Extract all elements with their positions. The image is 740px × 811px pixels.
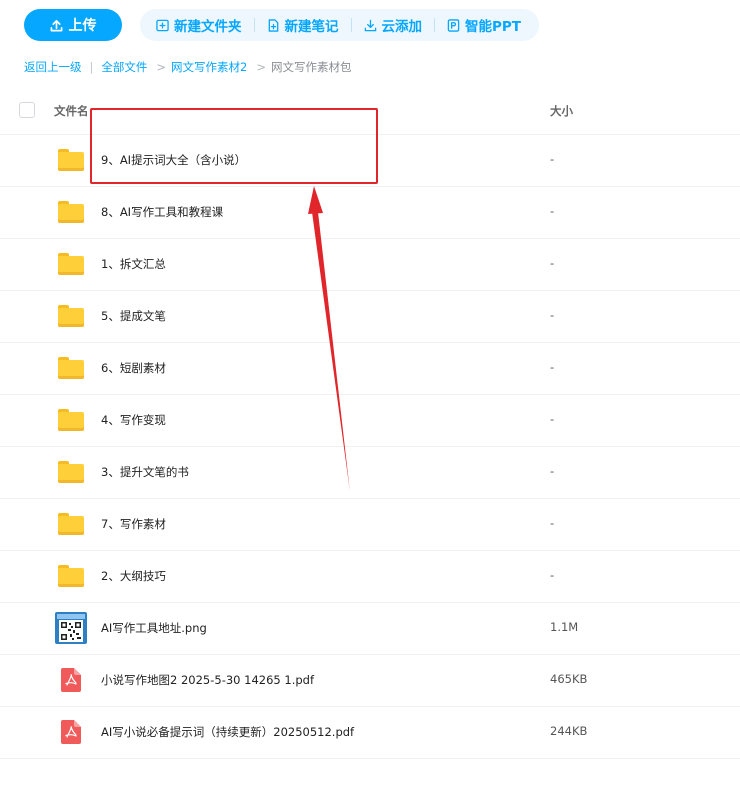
folder-icon: [58, 513, 84, 535]
note-plus-icon: [268, 18, 278, 32]
file-row[interactable]: AI写小说必备提示词（持续更新）20250512.pdf 244KB: [0, 707, 740, 759]
back-link[interactable]: 返回上一级: [24, 59, 82, 75]
cloud-download-icon: [364, 19, 376, 31]
file-row[interactable]: 9、AI提示词大全（含小说） -: [0, 135, 740, 187]
new-note-label: 新建笔记: [284, 19, 339, 35]
folder-icon: [58, 461, 84, 483]
file-name[interactable]: 2、大纲技巧: [101, 568, 166, 584]
breadcrumb-all-files[interactable]: 全部文件: [101, 59, 147, 75]
folder-icon: [58, 253, 84, 275]
file-row[interactable]: 小说写作地图2 2025-5-30 14265 1.pdf 465KB: [0, 655, 740, 707]
file-name[interactable]: 8、AI写作工具和教程课: [101, 204, 223, 220]
folder-icon: [58, 149, 84, 171]
new-note-button[interactable]: 新建笔记: [261, 15, 345, 35]
file-size: -: [550, 412, 555, 426]
file-size: -: [550, 204, 555, 218]
select-all-checkbox[interactable]: [19, 102, 35, 118]
file-row[interactable]: 7、写作素材 -: [0, 499, 740, 551]
pdf-icon: [61, 720, 81, 744]
file-row[interactable]: 1、拆文汇总 -: [0, 239, 740, 291]
file-name[interactable]: 9、AI提示词大全（含小说）: [101, 152, 246, 168]
file-size: -: [550, 308, 555, 322]
upload-icon: [50, 19, 62, 31]
file-list: 9、AI提示词大全（含小说） - 8、AI写作工具和教程课 - 1、拆文汇总 -…: [0, 135, 740, 759]
file-size: -: [550, 256, 555, 270]
file-name[interactable]: 1、拆文汇总: [101, 256, 166, 272]
file-size: -: [550, 516, 555, 530]
breadcrumb-arrow: >: [256, 60, 266, 74]
column-header-size[interactable]: 大小: [550, 103, 573, 119]
file-size: 465KB: [550, 672, 588, 686]
new-folder-label: 新建文件夹: [174, 19, 242, 35]
folder-icon: [58, 565, 84, 587]
file-row[interactable]: 2、大纲技巧 -: [0, 551, 740, 603]
column-header-name[interactable]: 文件名: [54, 103, 89, 119]
file-row[interactable]: AI写作工具地址.png 1.1M: [0, 603, 740, 655]
file-row[interactable]: 3、提升文笔的书 -: [0, 447, 740, 499]
breadcrumb-parent-folder[interactable]: 网文写作素材2: [171, 59, 247, 75]
file-name[interactable]: 3、提升文笔的书: [101, 464, 189, 480]
file-name[interactable]: 4、写作变现: [101, 412, 166, 428]
breadcrumb-current: 网文写作素材包: [270, 60, 352, 74]
upload-label: 上传: [68, 18, 97, 34]
smart-ppt-button[interactable]: 智能PPT: [441, 15, 527, 35]
file-row[interactable]: 6、短剧素材 -: [0, 343, 740, 395]
toolbar-divider: [434, 18, 435, 32]
breadcrumb-arrow: >: [156, 60, 167, 74]
cloud-add-label: 云添加: [381, 19, 423, 35]
file-name[interactable]: 7、写作素材: [101, 516, 166, 532]
file-size: 244KB: [550, 724, 588, 738]
file-name[interactable]: 小说写作地图2 2025-5-30 14265 1.pdf: [101, 672, 314, 688]
folder-icon: [58, 305, 84, 327]
file-row[interactable]: 5、提成文笔 -: [0, 291, 740, 343]
folder-icon: [58, 201, 84, 223]
smart-ppt-label: 智能PPT: [465, 19, 521, 35]
action-group: 新建文件夹 新建笔记 云添加 智能PPT: [140, 9, 539, 41]
file-row[interactable]: 8、AI写作工具和教程课 -: [0, 187, 740, 239]
file-name[interactable]: AI写作工具地址.png: [101, 620, 207, 636]
file-size: -: [550, 360, 555, 374]
breadcrumb: 返回上一级 | 全部文件 > 网文写作素材2 > 网文写作素材包: [24, 59, 351, 75]
breadcrumb-divider: |: [89, 60, 94, 74]
toolbar: 上传 新建文件夹 新建笔记 云添加 智能PPT: [24, 9, 539, 41]
file-size: 1.1M: [550, 620, 579, 634]
image-thumbnail-icon: [55, 612, 87, 644]
file-size: -: [550, 464, 555, 478]
file-size: -: [550, 152, 555, 166]
toolbar-divider: [350, 18, 352, 32]
file-name[interactable]: AI写小说必备提示词（持续更新）20250512.pdf: [101, 724, 354, 740]
new-folder-button[interactable]: 新建文件夹: [150, 15, 248, 35]
pdf-icon: [61, 668, 81, 692]
file-row[interactable]: 4、写作变现 -: [0, 395, 740, 447]
folder-icon: [58, 409, 84, 431]
upload-button[interactable]: 上传: [24, 9, 122, 41]
file-name[interactable]: 6、短剧素材: [101, 360, 166, 376]
file-name[interactable]: 5、提成文笔: [101, 308, 166, 324]
table-header: 文件名 大小: [0, 96, 740, 135]
file-size: -: [550, 568, 555, 582]
folder-icon: [58, 357, 84, 379]
ppt-icon: [447, 18, 460, 32]
cloud-add-button[interactable]: 云添加: [358, 15, 429, 35]
toolbar-divider: [253, 18, 255, 32]
folder-plus-icon: [156, 19, 169, 31]
